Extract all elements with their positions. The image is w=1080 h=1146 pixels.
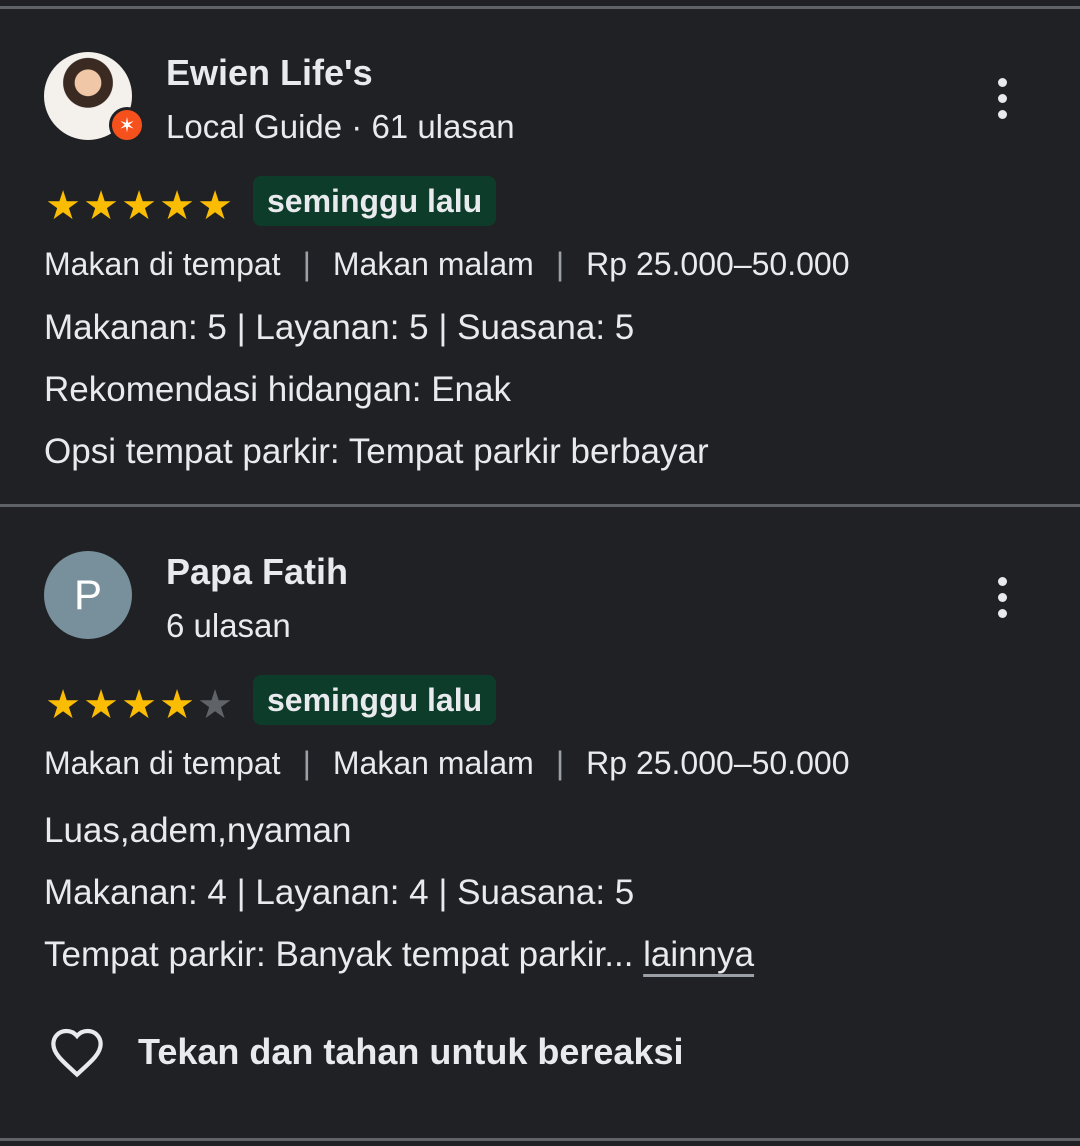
- tag-separator: |: [555, 246, 565, 282]
- tag-price: Rp 25.000–50.000: [586, 246, 850, 282]
- reviewer-avatar[interactable]: P: [44, 551, 132, 639]
- review-text-line: Luas,adem,nyaman: [44, 811, 352, 850]
- top-divider: [0, 6, 1080, 9]
- reviewer-name[interactable]: Papa Fatih: [166, 551, 348, 593]
- heart-icon[interactable]: [48, 1026, 106, 1078]
- local-guide-badge-icon: ✶: [109, 107, 145, 143]
- review-text-line: Tempat parkir: Banyak tempat parkir... l…: [44, 935, 754, 975]
- star-icon: ★: [121, 683, 157, 727]
- reviewer-meta: 6 ulasan: [166, 607, 291, 644]
- more-options-icon[interactable]: [988, 74, 1018, 124]
- review-text-line: Opsi tempat parkir: Tempat parkir berbay…: [44, 432, 709, 471]
- star-icon: ★: [83, 683, 119, 727]
- review-text-line: Rekomendasi hidangan: Enak: [44, 370, 511, 409]
- star-icon: ★: [197, 184, 233, 228]
- star-icon: ★: [159, 184, 195, 228]
- star-empty-icon: ★: [197, 683, 233, 727]
- tag-dine-in: Makan di tempat: [44, 745, 281, 781]
- reaction-row[interactable]: Tekan dan tahan untuk bereaksi: [48, 1026, 683, 1078]
- bottom-divider: [0, 1138, 1080, 1141]
- tag-separator: |: [302, 246, 311, 282]
- reviewer-meta: Local Guide · 61 ulasan: [166, 108, 515, 145]
- tag-dine-in: Makan di tempat: [44, 246, 281, 282]
- tag-meal: Makan malam: [332, 246, 534, 282]
- star-rating: ★ ★ ★ ★ ★: [44, 685, 234, 725]
- review-text-line: Makanan: 5 | Layanan: 5 | Suasana: 5: [44, 308, 635, 347]
- star-icon: ★: [45, 184, 81, 228]
- tag-separator: |: [555, 745, 565, 781]
- review-text-line: Makanan: 4 | Layanan: 4 | Suasana: 5: [44, 873, 635, 912]
- more-options-icon[interactable]: [988, 573, 1018, 623]
- tag-separator: |: [302, 745, 311, 781]
- reviewer-name[interactable]: Ewien Life's: [166, 52, 373, 94]
- tag-meal: Makan malam: [332, 745, 534, 781]
- review-divider: [0, 504, 1080, 507]
- reaction-prompt: Tekan dan tahan untuk bereaksi: [138, 1031, 684, 1072]
- read-more-link[interactable]: lainnya: [643, 935, 754, 974]
- time-badge: seminggu lalu: [253, 176, 497, 226]
- star-icon: ★: [83, 184, 119, 228]
- time-badge: seminggu lalu: [253, 675, 497, 725]
- truncated-text: Tempat parkir: Banyak tempat parkir...: [44, 935, 634, 974]
- review-tags: Makan di tempat | Makan malam | Rp 25.00…: [44, 246, 849, 283]
- star-icon: ★: [159, 683, 195, 727]
- star-icon: ★: [121, 184, 157, 228]
- star-rating: ★ ★ ★ ★ ★: [44, 186, 234, 226]
- review-tags: Makan di tempat | Makan malam | Rp 25.00…: [44, 745, 849, 782]
- tag-price: Rp 25.000–50.000: [586, 745, 850, 781]
- star-icon: ★: [45, 683, 81, 727]
